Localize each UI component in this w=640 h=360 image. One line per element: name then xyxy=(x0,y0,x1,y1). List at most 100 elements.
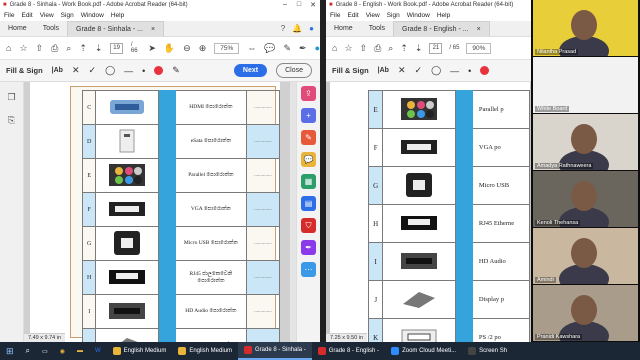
menu-file[interactable]: File xyxy=(330,12,340,19)
line-tool-icon[interactable]: — xyxy=(124,66,133,76)
ellipse-tool-icon[interactable]: ◯ xyxy=(431,65,441,76)
color-picker-icon[interactable] xyxy=(480,66,490,75)
answer-blank[interactable]: .............. xyxy=(245,260,281,295)
page-number-input[interactable]: 21 xyxy=(429,42,443,54)
zoom-select[interactable]: 90% xyxy=(466,42,492,54)
cross-mark-icon[interactable]: ✕ xyxy=(398,65,406,76)
create-pdf-icon[interactable]: + xyxy=(301,108,316,123)
page-thumbnails-icon[interactable]: ❐ xyxy=(7,92,15,103)
account-icon[interactable]: ● xyxy=(309,24,314,33)
taskbar-app[interactable]: Screen Sh xyxy=(462,342,513,360)
home-icon[interactable]: ⌂ xyxy=(6,43,11,53)
share-icon[interactable]: ● xyxy=(315,43,320,53)
cross-mark-icon[interactable]: ✕ xyxy=(72,65,80,76)
sign-pen-icon[interactable]: ✎ xyxy=(172,65,180,76)
line-tool-icon[interactable]: — xyxy=(450,66,459,76)
file-explorer-icon[interactable]: ▬ xyxy=(71,342,89,360)
taskbar-app[interactable]: Zoom Cloud Meeti... xyxy=(385,342,462,360)
export-pdf-icon[interactable]: ⇪ xyxy=(301,86,316,101)
taskbar-app[interactable]: Grade 8 - Sinhala - xyxy=(238,342,312,360)
combine-icon[interactable]: ▦ xyxy=(301,174,316,189)
menu-edit[interactable]: Edit xyxy=(347,12,358,19)
participant-tile[interactable]: Kenoli Thehansa xyxy=(533,171,638,227)
menu-window[interactable]: Window xyxy=(81,12,104,19)
next-button[interactable]: Next xyxy=(233,64,268,77)
attachments-icon[interactable]: ⎘ xyxy=(8,115,15,126)
close-fill-sign-button[interactable]: Close xyxy=(276,63,312,78)
add-text-tool[interactable]: |Ab xyxy=(52,67,63,74)
tab-document[interactable]: Grade 8 - English - ... × xyxy=(393,20,490,37)
chrome-icon[interactable]: ◉ xyxy=(54,342,71,360)
tab-tools[interactable]: Tools xyxy=(361,21,393,37)
participant-tile[interactable]: Nilantha Prasad xyxy=(533,0,638,56)
next-page-icon[interactable]: ⇣ xyxy=(415,43,423,54)
zoom-select[interactable]: 75% xyxy=(214,42,240,54)
add-text-tool[interactable]: |Ab xyxy=(378,67,389,74)
answer-blank[interactable]: .............. xyxy=(245,124,281,159)
search-icon[interactable]: ⌕ xyxy=(66,43,71,54)
answer-blank[interactable]: .............. xyxy=(245,226,281,261)
document-area[interactable]: C HDMI පොරොත්ත.............. DeSata පොරොත්… xyxy=(24,82,296,342)
upload-icon[interactable]: ⇧ xyxy=(36,43,44,54)
menu-help[interactable]: Help xyxy=(111,12,124,19)
print-icon[interactable]: ⎙ xyxy=(374,43,381,54)
previous-page-icon[interactable]: ⇡ xyxy=(400,43,408,54)
answer-blank[interactable]: .............. xyxy=(245,158,281,193)
protect-icon[interactable]: ⛉ xyxy=(301,218,316,233)
edit-pdf-icon[interactable]: ✎ xyxy=(301,130,316,145)
help-icon[interactable]: ? xyxy=(281,24,285,33)
check-mark-icon[interactable]: ✓ xyxy=(89,65,97,76)
taskbar-app[interactable]: Grade 8 - English - xyxy=(312,342,385,360)
tab-tools[interactable]: Tools xyxy=(35,21,67,37)
next-page-icon[interactable]: ⇣ xyxy=(95,43,103,54)
search-icon[interactable]: ⌕ xyxy=(388,43,393,54)
more-tools-icon[interactable]: ⋯ xyxy=(301,262,316,277)
tab-close-icon[interactable]: × xyxy=(477,22,481,37)
menu-help[interactable]: Help xyxy=(437,12,450,19)
tab-home[interactable]: Home xyxy=(0,21,35,37)
bookmark-star-icon[interactable]: ☆ xyxy=(344,43,352,54)
menu-view[interactable]: View xyxy=(40,12,54,19)
document-area[interactable]: E Parallel p F VGA po G Micro USB H RJ45 Ethern… xyxy=(326,82,531,342)
search-taskbar-icon[interactable]: ⌕ xyxy=(20,342,36,360)
participant-tile[interactable]: White Board xyxy=(533,57,638,113)
participant-tile[interactable]: Pranidi Kawshara xyxy=(533,285,638,341)
dot-tool-icon[interactable]: • xyxy=(142,66,145,76)
taskbar-app[interactable]: English Medium xyxy=(172,342,238,360)
comment-tool-icon[interactable]: 💬 xyxy=(301,152,316,167)
tab-document[interactable]: Grade 8 - Sinhala - ... × xyxy=(67,20,165,37)
sign-icon[interactable]: ✒ xyxy=(299,43,307,54)
participant-tile[interactable]: Amadya Rathnaweera xyxy=(533,114,638,170)
page-number-input[interactable]: 19 xyxy=(110,42,123,54)
menu-file[interactable]: File xyxy=(4,12,14,19)
fill-sign-tool-icon[interactable]: ✒ xyxy=(301,240,316,255)
fit-page-icon[interactable]: ⇔ xyxy=(247,43,256,53)
previous-page-icon[interactable]: ⇡ xyxy=(79,43,87,54)
answer-blank[interactable]: .............. xyxy=(245,192,281,227)
bookmark-star-icon[interactable]: ☆ xyxy=(19,43,27,54)
print-icon[interactable]: ⎙ xyxy=(51,43,58,54)
tab-home[interactable]: Home xyxy=(326,21,361,37)
menu-sign[interactable]: Sign xyxy=(387,12,400,19)
upload-icon[interactable]: ⇧ xyxy=(360,43,368,54)
close-window-icon[interactable]: ✕ xyxy=(306,1,320,9)
answer-blank[interactable]: .............. xyxy=(245,328,281,342)
minimize-icon[interactable]: – xyxy=(278,1,292,9)
taskbar-app[interactable]: English Medium xyxy=(107,342,173,360)
participant-tile[interactable]: Amindi xyxy=(533,228,638,284)
tab-close-icon[interactable]: × xyxy=(151,22,155,37)
word-icon[interactable]: W xyxy=(89,342,107,360)
zoom-out-icon[interactable]: ⊖ xyxy=(183,43,191,54)
pen-icon[interactable]: ✎ xyxy=(283,43,291,54)
dot-tool-icon[interactable]: • xyxy=(468,66,471,76)
menu-window[interactable]: Window xyxy=(407,12,430,19)
home-icon[interactable]: ⌂ xyxy=(332,43,337,53)
answer-blank[interactable]: .............. xyxy=(245,90,281,125)
maximize-icon[interactable]: □ xyxy=(292,1,306,9)
start-icon[interactable]: ⊞ xyxy=(0,342,20,360)
comment-icon[interactable]: 💬 xyxy=(264,43,275,54)
color-picker-icon[interactable] xyxy=(154,66,164,75)
menu-sign[interactable]: Sign xyxy=(61,12,74,19)
vertical-scrollbar[interactable] xyxy=(290,82,296,342)
task-view-icon[interactable]: ▭ xyxy=(36,342,54,360)
